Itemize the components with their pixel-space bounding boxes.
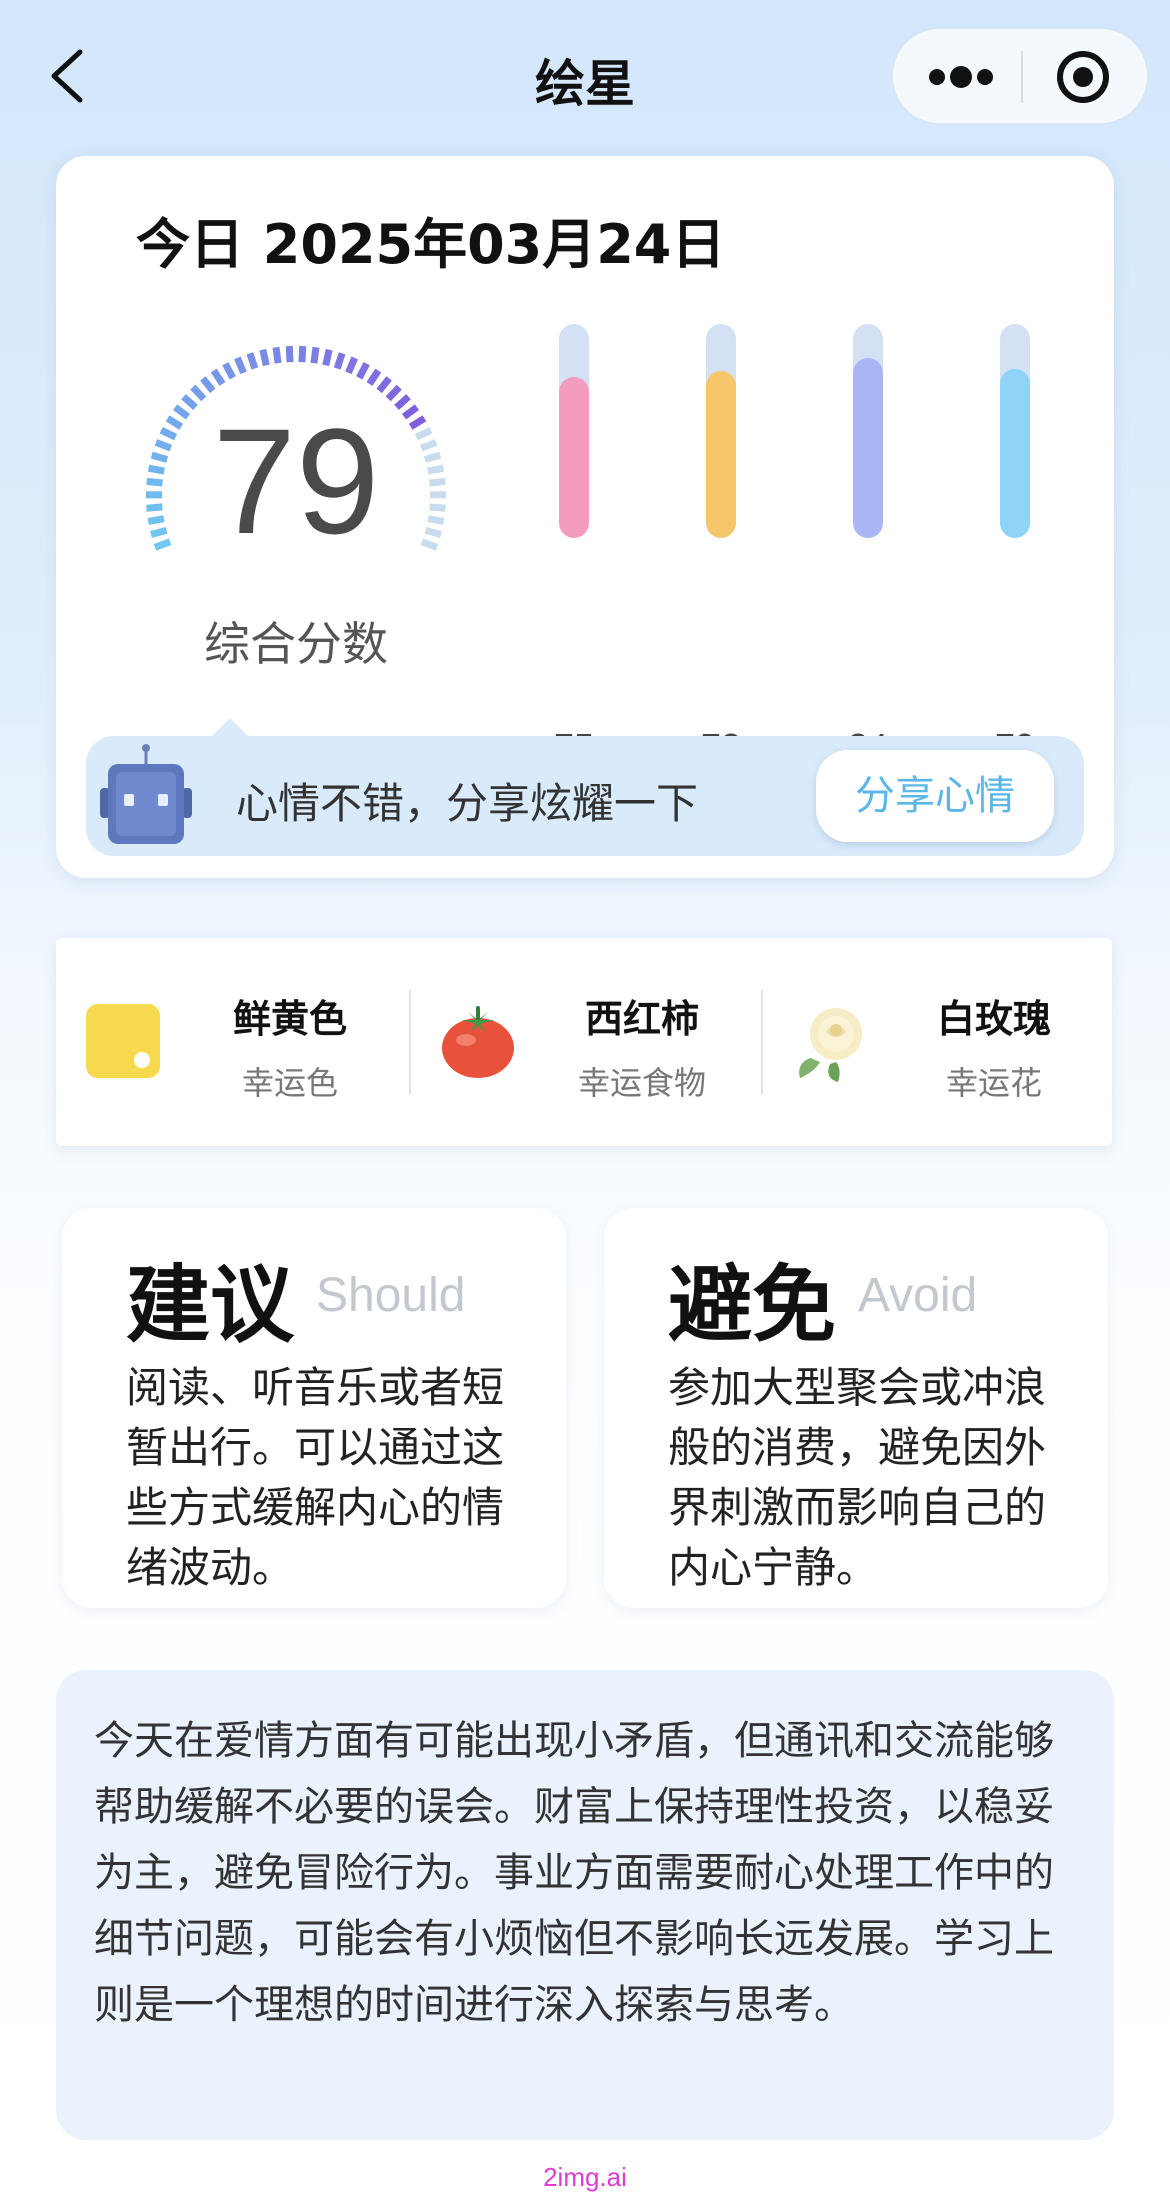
overall-score: 79 bbox=[212, 397, 380, 565]
gauge-tick bbox=[356, 362, 370, 380]
bar-track bbox=[706, 324, 736, 538]
lucky-food-label: 幸运食物 bbox=[577, 1064, 706, 1102]
lucky-food: 西红柿 幸运食物 bbox=[408, 938, 760, 1146]
gauge-tick bbox=[298, 346, 307, 363]
gauge-tick bbox=[333, 352, 346, 370]
lucky-color-label: 幸运色 bbox=[241, 1064, 338, 1102]
gauge-tick bbox=[259, 348, 270, 367]
bar-track bbox=[853, 324, 883, 538]
bar-fill-study bbox=[1000, 369, 1030, 538]
gauge-tick bbox=[310, 346, 320, 364]
overall-score-label: 综合分数 bbox=[204, 617, 388, 671]
close-program-button[interactable] bbox=[1023, 29, 1149, 125]
should-body: 阅读、听音乐或者短暂出行。可以通过这些方式缓解内心的情绪波动。 bbox=[126, 1363, 505, 1592]
gauge-tick bbox=[222, 362, 236, 380]
gauge-tick bbox=[376, 376, 392, 394]
tomato-icon bbox=[442, 1006, 514, 1078]
avoid-body: 参加大型聚会或冲浪般的消费，避免因外界刺激而影响自己的内心宁静。 bbox=[668, 1363, 1047, 1592]
mood-bubble-notch bbox=[212, 718, 248, 736]
avoid-title: 避免 bbox=[668, 1256, 837, 1354]
bar-fill-wealth bbox=[706, 371, 736, 538]
more-button[interactable] bbox=[893, 29, 1021, 125]
lucky-flower-name: 白玫瑰 bbox=[936, 997, 1051, 1041]
bar-fill-love bbox=[559, 377, 589, 538]
bar-fill-career bbox=[853, 358, 883, 538]
gauge-tick bbox=[366, 368, 382, 386]
bar-track bbox=[1000, 324, 1030, 538]
gauge-tick bbox=[285, 346, 294, 363]
date-title: 今日 2025年03月24日 bbox=[136, 213, 726, 276]
gauge-tick bbox=[385, 384, 402, 402]
gauge-tick bbox=[345, 356, 358, 375]
yellow-swatch-icon bbox=[86, 1004, 160, 1078]
target-circle-icon bbox=[1057, 51, 1109, 103]
lucky-color-name: 鲜黄色 bbox=[232, 997, 347, 1041]
lucky-color: 鲜黄色 幸运色 bbox=[56, 938, 408, 1146]
gauge-tick bbox=[246, 352, 259, 370]
lucky-flower: 白玫瑰 幸运花 bbox=[760, 938, 1112, 1146]
fortune-summary-text: 今天在爱情方面有可能出现小矛盾，但通讯和交流能够帮助缓解不必要的误会。财富上保持… bbox=[94, 1718, 1054, 2028]
gauge-tick bbox=[322, 348, 333, 367]
lucky-flower-label: 幸运花 bbox=[945, 1064, 1042, 1102]
top-nav-bar: 绘星 bbox=[0, 0, 1170, 150]
gauge-tick bbox=[210, 368, 226, 386]
fortune-score-card: 今日 2025年03月24日 79 综合分数 75 爱情 78 财富 84 事业… bbox=[56, 156, 1114, 878]
white-rose-icon bbox=[799, 1008, 862, 1082]
fortune-summary-card: 今天在爱情方面有可能出现小矛盾，但通讯和交流能够帮助缓解不必要的误会。财富上保持… bbox=[56, 1670, 1114, 2140]
bar-track bbox=[559, 324, 589, 538]
lucky-items-card: 鲜黄色 幸运色 西红柿 幸运食物 白玫瑰 幸运花 bbox=[56, 938, 1112, 1146]
watermark: 2img.ai bbox=[543, 2162, 627, 2192]
gauge-tick bbox=[234, 356, 247, 375]
mini-program-capsule bbox=[892, 28, 1148, 124]
avoid-title-en: Avoid bbox=[858, 1269, 978, 1322]
avoid-card: 避免 Avoid 参加大型聚会或冲浪般的消费，避免因外界刺激而影响自己的内心宁静… bbox=[604, 1208, 1108, 1608]
gauge-tick bbox=[272, 346, 282, 364]
should-title-en: Should bbox=[316, 1269, 466, 1322]
robot-icon bbox=[100, 744, 192, 844]
lucky-food-name: 西红柿 bbox=[584, 997, 699, 1041]
should-title: 建议 bbox=[126, 1256, 295, 1354]
gauge-tick bbox=[190, 384, 207, 402]
mood-share-bar: 心情不错，分享炫耀一下 分享心情 bbox=[86, 736, 1084, 856]
gauge-tick bbox=[200, 376, 216, 394]
share-mood-button[interactable]: 分享心情 bbox=[816, 750, 1054, 842]
more-dots-icon bbox=[929, 66, 993, 88]
mood-text: 心情不错，分享炫耀一下 bbox=[236, 779, 699, 828]
should-card: 建议 Should 阅读、听音乐或者短暂出行。可以通过这些方式缓解内心的情绪波动… bbox=[62, 1208, 566, 1608]
